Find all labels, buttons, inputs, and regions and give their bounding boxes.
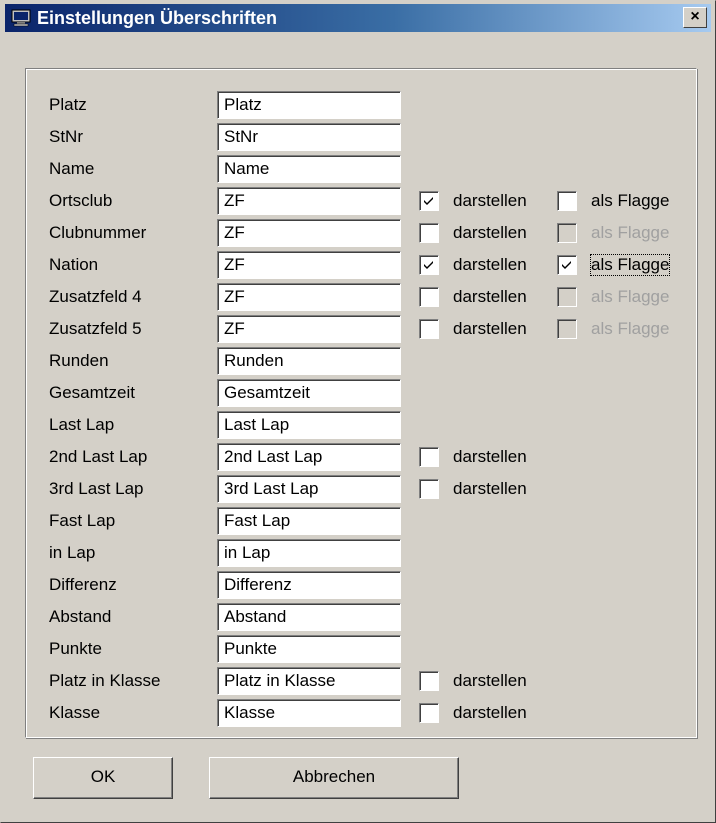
heading-text-field[interactable]: ZF [217,315,401,343]
show-checkbox-label[interactable]: darstellen [453,703,527,723]
settings-row: 3rd Last Lap 3rd Last Lap darstellen [1,475,716,503]
field-label: Punkte [49,639,102,658]
field-label: Clubnummer [49,223,147,242]
settings-row: Abstand Abstand [1,603,716,631]
heading-text-field[interactable]: ZF [217,187,401,215]
settings-row: Runden Runden [1,347,716,375]
close-button[interactable]: × [683,7,707,28]
settings-row: StNr StNr [1,123,716,151]
field-label: Klasse [49,703,101,722]
show-checkbox-label[interactable]: darstellen [453,191,527,211]
settings-row: 2nd Last Lap 2nd Last Lap darstellen [1,443,716,471]
cancel-button[interactable]: Abbrechen [209,757,459,799]
settings-row: Clubnummer ZF darstellen als Flagge [1,219,716,247]
heading-text-field[interactable]: Platz in Klasse [217,667,401,695]
heading-text-field[interactable]: Last Lap [217,411,401,439]
title-bar[interactable]: Einstellungen Überschriften × [5,4,711,32]
field-label: Nation [49,255,99,274]
show-checkbox[interactable] [419,287,439,307]
heading-text-field[interactable]: ZF [217,283,401,311]
field-label: 2nd Last Lap [49,447,148,466]
field-label: Platz [49,95,87,114]
show-checkbox[interactable] [419,703,439,723]
heading-text-field[interactable]: Klasse [217,699,401,727]
show-checkbox-label[interactable]: darstellen [453,223,527,243]
heading-text-field[interactable]: Punkte [217,635,401,663]
close-icon: × [690,8,700,25]
field-label: Zusatzfeld 4 [49,287,142,306]
settings-row: Klasse Klasse darstellen [1,699,716,727]
heading-text-field[interactable]: in Lap [217,539,401,567]
window-title: Einstellungen Überschriften [37,8,278,28]
show-checkbox[interactable] [419,319,439,339]
show-checkbox-label[interactable]: darstellen [453,479,527,499]
show-checkbox-label[interactable]: darstellen [453,671,527,691]
field-label: in Lap [49,543,96,562]
field-label: Gesamtzeit [49,383,135,402]
heading-text-field[interactable]: Runden [217,347,401,375]
show-checkbox-label[interactable]: darstellen [453,255,527,275]
ok-button[interactable]: OK [33,757,173,799]
show-checkbox[interactable] [419,671,439,691]
heading-text-field[interactable]: ZF [217,219,401,247]
flag-checkbox-label: als Flagge [591,287,670,306]
settings-row: Gesamtzeit Gesamtzeit [1,379,716,407]
heading-text-field[interactable]: 3rd Last Lap [217,475,401,503]
flag-checkbox[interactable] [557,255,577,275]
flag-checkbox-label[interactable]: als Flagge [591,191,669,211]
heading-text-field[interactable]: ZF [217,251,401,279]
field-label: Differenz [49,575,117,594]
field-label: Zusatzfeld 5 [49,319,142,338]
settings-row: Ortsclub ZF darstellen als Flagge [1,187,716,215]
field-label: Last Lap [49,415,115,434]
flag-checkbox[interactable] [557,191,577,211]
flag-checkbox-label: als Flagge [591,223,670,242]
heading-text-field[interactable]: Fast Lap [217,507,401,535]
settings-row: Platz Platz [1,91,716,119]
heading-text-field[interactable]: StNr [217,123,401,151]
settings-row: Name Name [1,155,716,183]
field-label: Ortsclub [49,191,113,210]
flag-checkbox-label: als Flagge [591,319,670,338]
settings-row: Zusatzfeld 4 ZF darstellen als Flagge [1,283,716,311]
settings-row: Nation ZF darstellen als Flagge [1,251,716,279]
settings-row: in Lap in Lap [1,539,716,567]
settings-row: Fast Lap Fast Lap [1,507,716,535]
settings-row: Platz in Klasse Platz in Klasse darstellen [1,667,716,695]
show-checkbox[interactable] [419,479,439,499]
flag-checkbox [557,319,577,339]
field-label: Runden [49,351,109,370]
app-icon [11,9,31,27]
settings-row: Differenz Differenz [1,571,716,599]
heading-text-field[interactable]: Platz [217,91,401,119]
settings-row: Zusatzfeld 5 ZF darstellen als Flagge [1,315,716,343]
field-label: Abstand [49,607,112,626]
heading-text-field[interactable]: Differenz [217,571,401,599]
show-checkbox[interactable] [419,223,439,243]
dialog-window: Einstellungen Überschriften × Platz Platz… [0,0,716,823]
field-label: 3rd Last Lap [49,479,144,498]
field-label: Name [49,159,95,178]
flag-checkbox [557,223,577,243]
flag-checkbox-label[interactable]: als Flagge [589,254,671,276]
show-checkbox[interactable] [419,191,439,211]
heading-text-field[interactable]: 2nd Last Lap [217,443,401,471]
settings-row: Punkte Punkte [1,635,716,663]
heading-text-field[interactable]: Abstand [217,603,401,631]
settings-row: Last Lap Last Lap [1,411,716,439]
show-checkbox-label[interactable]: darstellen [453,319,527,339]
show-checkbox[interactable] [419,255,439,275]
show-checkbox-label[interactable]: darstellen [453,287,527,307]
show-checkbox-label[interactable]: darstellen [453,447,527,467]
field-label: Fast Lap [49,511,116,530]
field-label: StNr [49,127,83,146]
flag-checkbox [557,287,577,307]
heading-text-field[interactable]: Gesamtzeit [217,379,401,407]
field-label: Platz in Klasse [49,671,161,690]
heading-text-field[interactable]: Name [217,155,401,183]
show-checkbox[interactable] [419,447,439,467]
